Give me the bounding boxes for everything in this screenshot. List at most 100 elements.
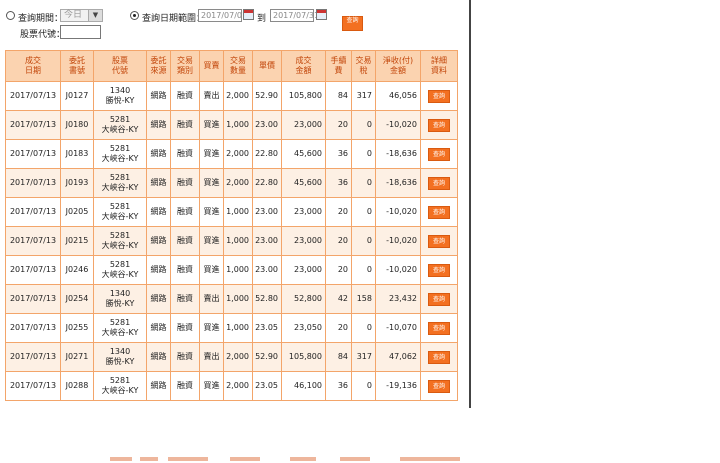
cell-source: 網路: [146, 197, 171, 227]
stock-code: 5281: [109, 318, 131, 327]
table-row: 2017/07/13 J0193 5281 大峽谷-KY 網路 融資 買進 2,000 22.8…: [5, 168, 458, 198]
cell-qty: 2,000: [223, 342, 253, 372]
stock-code: 5281: [109, 231, 131, 240]
cell-date: 2017/07/13: [5, 168, 61, 198]
header-trade-type: 交易 類別: [170, 50, 200, 82]
cell-side: 買進: [199, 255, 224, 285]
detail-query-button[interactable]: 查詢: [428, 176, 450, 190]
stock-name: 勝悅-KY: [105, 357, 135, 366]
cell-source: 網路: [146, 168, 171, 198]
detail-query-button[interactable]: 查詢: [428, 292, 450, 306]
cell-tax: 0: [351, 110, 376, 140]
cell-type: 融資: [170, 255, 200, 285]
cell-stock: 5281 大峽谷-KY: [93, 110, 147, 140]
stock-code: 1340: [109, 86, 131, 95]
cell-qty: 1,000: [223, 110, 253, 140]
query-button[interactable]: 查詢: [342, 16, 363, 31]
cell-date: 2017/07/13: [5, 226, 61, 256]
cell-tax: 0: [351, 139, 376, 169]
cell-detail: 查詢: [420, 255, 458, 285]
start-date-input[interactable]: 2017/07/01: [198, 9, 247, 22]
cell-price: 23.05: [252, 313, 282, 343]
cell-net: 47,062: [375, 342, 421, 372]
cell-price: 52.90: [252, 342, 282, 372]
cell-side: 買進: [199, 139, 224, 169]
end-date-input[interactable]: 2017/07/31: [270, 9, 319, 22]
cell-tax: 0: [351, 197, 376, 227]
table-row: 2017/07/13 J0215 5281 大峽谷-KY 網路 融資 買進 1,000 23.0…: [5, 226, 458, 256]
cell-detail: 查詢: [420, 342, 458, 372]
cell-qty: 2,000: [223, 81, 253, 111]
header-order-number: 委託 書號: [60, 50, 94, 82]
cell-order: J0254: [60, 284, 94, 314]
stock-name: 勝悅-KY: [105, 299, 135, 308]
table-row: 2017/07/13 J0205 5281 大峽谷-KY 網路 融資 買進 1,000 23.0…: [5, 197, 458, 227]
cell-tax: 0: [351, 226, 376, 256]
stock-code: 5281: [109, 115, 131, 124]
header-net-amount: 淨收(付) 金額: [375, 50, 421, 82]
detail-query-button[interactable]: 查詢: [428, 321, 450, 335]
cell-net: 23,432: [375, 284, 421, 314]
cell-amount: 105,800: [281, 342, 326, 372]
cell-tax: 0: [351, 371, 376, 401]
cell-type: 融資: [170, 284, 200, 314]
period-select[interactable]: 今日 ▼: [60, 9, 103, 22]
detail-query-button[interactable]: 查詢: [428, 350, 450, 364]
cell-order: J0288: [60, 371, 94, 401]
cell-type: 融資: [170, 168, 200, 198]
cell-date: 2017/07/13: [5, 255, 61, 285]
stock-code: 5281: [109, 202, 131, 211]
cell-price: 23.00: [252, 226, 282, 256]
stock-code-label: 股票代號：: [20, 30, 66, 40]
cell-order: J0183: [60, 139, 94, 169]
cell-type: 融資: [170, 226, 200, 256]
cell-fee: 20: [325, 197, 352, 227]
content-right-border: [469, 0, 471, 408]
detail-query-button[interactable]: 查詢: [428, 263, 450, 277]
cell-date: 2017/07/13: [5, 139, 61, 169]
detail-query-button[interactable]: 查詢: [428, 205, 450, 219]
cell-price: 23.00: [252, 110, 282, 140]
calendar-icon[interactable]: [243, 9, 254, 20]
date-range-radio[interactable]: [130, 11, 139, 20]
cell-order: J0205: [60, 197, 94, 227]
cell-detail: 查詢: [420, 110, 458, 140]
cell-tax: 0: [351, 255, 376, 285]
cell-qty: 2,000: [223, 168, 253, 198]
detail-query-button[interactable]: 查詢: [428, 118, 450, 132]
header-quantity: 交易 數量: [223, 50, 253, 82]
table-row: 2017/07/13 J0180 5281 大峽谷-KY 網路 融資 買進 1,000 23.0…: [5, 110, 458, 140]
cell-net: -18,636: [375, 168, 421, 198]
detail-query-button[interactable]: 查詢: [428, 379, 450, 393]
cell-qty: 1,000: [223, 197, 253, 227]
cell-type: 融資: [170, 342, 200, 372]
stock-code-input[interactable]: [60, 25, 101, 39]
detail-query-button[interactable]: 查詢: [428, 89, 450, 103]
cell-stock: 1340 勝悅-KY: [93, 81, 147, 111]
detail-query-button[interactable]: 查詢: [428, 234, 450, 248]
detail-query-button[interactable]: 查詢: [428, 147, 450, 161]
cell-amount: 23,000: [281, 197, 326, 227]
cell-detail: 查詢: [420, 226, 458, 256]
calendar-icon[interactable]: [316, 9, 327, 20]
period-radio[interactable]: [6, 11, 15, 20]
chevron-down-icon: ▼: [88, 10, 102, 21]
cropped-footer-fragments: [0, 457, 500, 463]
cell-fee: 20: [325, 313, 352, 343]
stock-name: 大峽谷-KY: [101, 183, 139, 192]
cell-side: 買進: [199, 168, 224, 198]
transactions-table: 成交 日期 委託 書號 股票 代號 委託 來源 交易 類別 買賣 交易 數量 單價 成交 金額 手續費交易稅淨收…: [5, 50, 458, 401]
header-fee: 手續費: [325, 50, 352, 82]
cell-side: 買進: [199, 226, 224, 256]
date-range-label: 查詢日期範圍：: [142, 14, 206, 24]
cell-side: 買進: [199, 313, 224, 343]
cell-order: J0271: [60, 342, 94, 372]
cell-source: 網路: [146, 255, 171, 285]
cell-side: 買進: [199, 197, 224, 227]
table-row: 2017/07/13 J0127 1340 勝悅-KY 網路 融資 賣出 2,000 52.90…: [5, 81, 458, 111]
period-label: 查詢期間：: [18, 14, 64, 24]
cell-date: 2017/07/13: [5, 81, 61, 111]
cell-type: 融資: [170, 81, 200, 111]
cell-price: 22.80: [252, 168, 282, 198]
cell-detail: 查詢: [420, 371, 458, 401]
